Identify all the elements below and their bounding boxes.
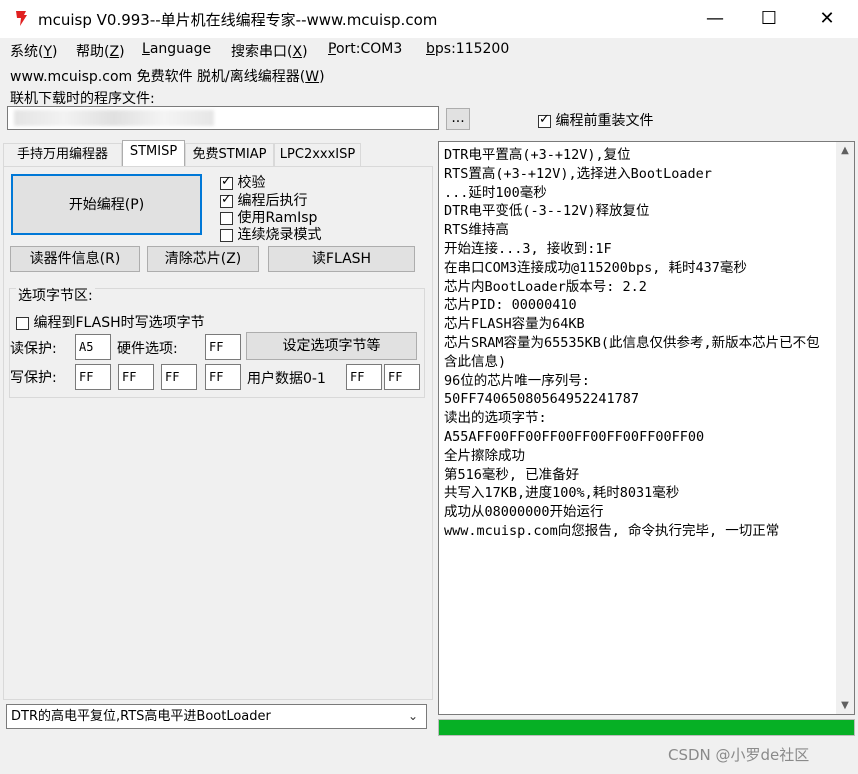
reload-checkbox-label: 编程前重装文件 <box>555 113 654 129</box>
reload-before-program-checkbox[interactable]: 编程前重装文件 <box>538 110 653 130</box>
maximize-button[interactable]: ☐ <box>742 0 796 38</box>
menu-language[interactable]: Language <box>142 41 211 57</box>
write-option-bytes-checkbox[interactable]: 编程到FLASH时写选项字节 <box>16 312 205 332</box>
write-protect-field-2[interactable]: FF <box>161 364 197 390</box>
read-device-info-button[interactable]: 读器件信息(R) <box>10 246 140 272</box>
continuous-burn-checkbox-box[interactable] <box>220 228 233 242</box>
chevron-down-icon[interactable]: ⌄ <box>402 706 424 727</box>
log-text: DTR电平置高(+3-+12V),复位 RTS置高(+3-+12V),选择进入B… <box>444 147 820 539</box>
continuous-burn-label: 连续烧录模式 <box>237 227 322 243</box>
write-protect-field-1[interactable]: FF <box>118 364 154 390</box>
use-ramisp-checkbox-box[interactable] <box>220 211 233 225</box>
tab-free-stmiap[interactable]: 免费STMIAP <box>185 143 274 166</box>
write-option-bytes-label: 编程到FLASH时写选项字节 <box>33 315 205 331</box>
boot-mode-select[interactable]: DTR的高电平复位,RTS高电平进BootLoader <box>6 704 427 729</box>
run-after-checkbox-box[interactable] <box>220 192 233 208</box>
close-button[interactable]: ✕ <box>800 0 854 38</box>
blurred-file-path <box>14 110 214 126</box>
scroll-down-icon[interactable]: ▼ <box>836 697 854 714</box>
set-option-bytes-button[interactable]: 设定选项字节等 <box>246 332 417 360</box>
start-program-button[interactable]: 开始编程(P) <box>11 174 202 235</box>
log-scrollbar[interactable]: ▲ ▼ <box>836 142 854 714</box>
verify-checkbox[interactable]: 校验 <box>220 172 265 192</box>
menu-baud[interactable]: bps:115200 <box>426 41 509 57</box>
read-protect-field[interactable]: A5 <box>75 334 111 360</box>
user-data-field-0[interactable]: FF <box>346 364 382 390</box>
program-file-label: 联机下载时的程序文件: <box>10 91 155 107</box>
window-title: mcuisp V0.993--单片机在线编程专家--www.mcuisp.com <box>38 11 438 29</box>
write-protect-field-0[interactable]: FF <box>75 364 111 390</box>
continuous-burn-checkbox[interactable]: 连续烧录模式 <box>220 224 321 244</box>
menu-system[interactable]: 系统(Y) <box>10 41 58 61</box>
progress-fill <box>439 720 854 735</box>
user-data-field-1[interactable]: FF <box>384 364 420 390</box>
minimize-button[interactable]: — <box>688 0 742 38</box>
tab-handheld-programmer[interactable]: 手持万用编程器 <box>3 143 122 166</box>
watermark: CSDN @小罗de社区 <box>668 746 810 764</box>
user-data-label: 用户数据0-1 <box>247 371 326 387</box>
write-protect-label: 写保护: <box>10 370 57 386</box>
erase-chip-button[interactable]: 清除芯片(Z) <box>147 246 259 272</box>
read-flash-button[interactable]: 读FLASH <box>268 246 415 272</box>
verify-label: 校验 <box>237 175 266 191</box>
browse-button[interactable]: ... <box>446 108 470 130</box>
tab-lpc2xxxisp[interactable]: LPC2xxxISP <box>274 143 361 166</box>
verify-checkbox-box[interactable] <box>220 174 233 190</box>
reload-checkbox-box[interactable] <box>538 112 551 128</box>
menu-search-port[interactable]: 搜索串口(X) <box>231 41 308 61</box>
menu-offline-programmer[interactable]: www.mcuisp.com 免费软件 脱机/离线编程器(W) <box>10 66 325 86</box>
scroll-up-icon[interactable]: ▲ <box>836 142 854 159</box>
read-protect-label: 读保护: <box>10 341 57 357</box>
option-bytes-title: 选项字节区: <box>16 285 95 305</box>
tab-stmisp[interactable]: STMISP <box>122 140 185 167</box>
app-icon <box>16 11 27 26</box>
menu-port[interactable]: Port:COM3 <box>328 41 402 57</box>
hw-option-label: 硬件选项: <box>117 341 178 357</box>
write-option-bytes-box[interactable] <box>16 316 29 330</box>
write-protect-field-3[interactable]: FF <box>205 364 241 390</box>
hw-option-field[interactable]: FF <box>205 334 241 360</box>
menu-help[interactable]: 帮助(Z) <box>76 41 125 61</box>
